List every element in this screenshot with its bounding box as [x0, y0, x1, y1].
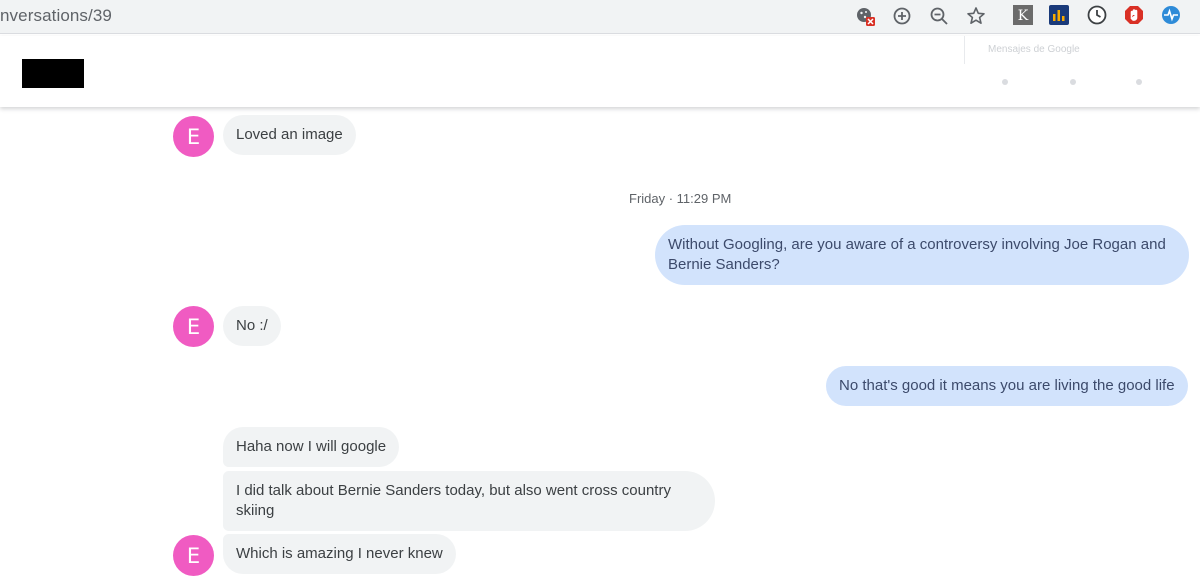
avatar[interactable]: E	[173, 306, 214, 347]
address-bar-actions	[853, 4, 996, 28]
blocked-cookie-icon[interactable]	[853, 4, 877, 28]
ghost-dot	[1070, 79, 1076, 85]
outgoing-message[interactable]: Without Googling, are you aware of a con…	[655, 225, 1189, 285]
avatar[interactable]: E	[173, 535, 214, 576]
svg-text:K: K	[1018, 8, 1029, 24]
adblock-extension-icon[interactable]	[1124, 5, 1144, 25]
zoom-in-icon[interactable]	[890, 4, 914, 28]
chart-extension-icon[interactable]	[1049, 5, 1069, 25]
menu-overlay-ghost: Mensajes de Google	[964, 36, 1200, 107]
redacted-logo	[22, 59, 84, 88]
ghost-dot	[1136, 79, 1142, 85]
zoom-out-icon[interactable]	[927, 4, 951, 28]
star-bookmark-icon[interactable]	[964, 4, 988, 28]
url-text[interactable]: nversations/39	[0, 6, 112, 26]
k-extension-icon[interactable]: K	[1013, 5, 1033, 25]
timestamp: Friday · 11:29 PM	[629, 191, 732, 206]
ghost-dot	[1002, 79, 1008, 85]
incoming-message[interactable]: Loved an image	[223, 115, 356, 155]
incoming-message[interactable]: I did talk about Bernie Sanders today, b…	[223, 471, 715, 531]
incoming-message[interactable]: Haha now I will google	[223, 427, 400, 467]
clock-extension-icon[interactable]	[1087, 5, 1107, 25]
incoming-message[interactable]: Which is amazing I never knew	[223, 534, 456, 574]
ghost-label: Mensajes de Google	[988, 44, 1080, 55]
pulse-extension-icon[interactable]	[1161, 5, 1181, 25]
outgoing-message[interactable]: No that's good it means you are living t…	[826, 366, 1188, 406]
browser-address-bar: nversations/39 K	[0, 0, 1200, 34]
incoming-message[interactable]: No :/	[223, 306, 281, 346]
avatar[interactable]: E	[173, 116, 214, 157]
divider	[964, 36, 965, 64]
app-header: Mensajes de Google	[0, 36, 1200, 107]
